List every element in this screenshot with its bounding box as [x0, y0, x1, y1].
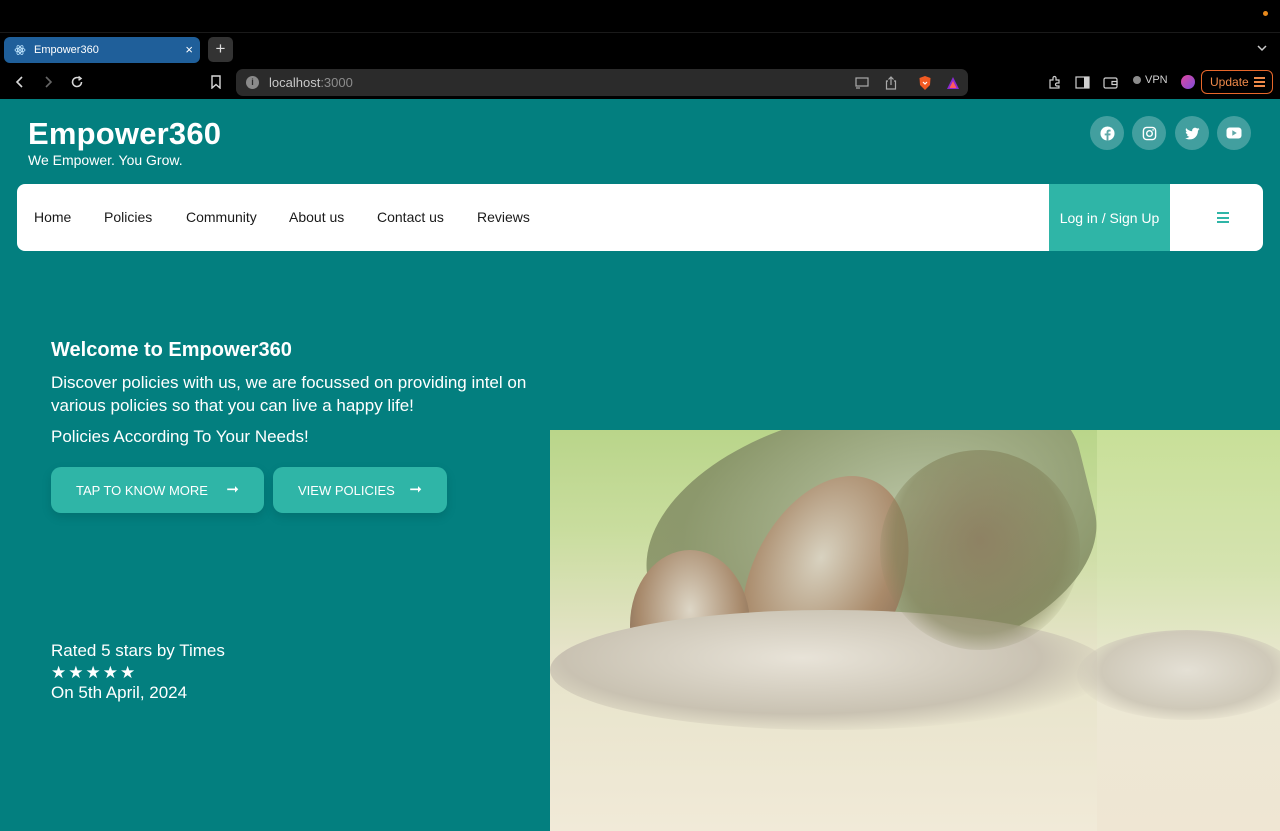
window-titlebar	[0, 0, 1280, 32]
tab-strip: Empower360 × +	[0, 32, 1280, 66]
nav-contact-us[interactable]: Contact us	[377, 209, 444, 225]
hero-image-coin-jar	[550, 430, 1280, 831]
coin-pile-shape	[1077, 630, 1280, 720]
browser-toolbar: i localhost:3000 VPN Update	[0, 66, 1280, 99]
wallet-icon[interactable]	[1101, 73, 1119, 91]
instagram-icon[interactable]	[1132, 116, 1166, 150]
youtube-icon[interactable]	[1217, 116, 1251, 150]
nav-policies[interactable]: Policies	[104, 209, 152, 225]
view-policies-label: VIEW POLICIES	[298, 482, 395, 498]
vpn-label: VPN	[1145, 74, 1168, 86]
chevron-down-icon[interactable]	[1256, 42, 1268, 57]
url-text: localhost:3000	[269, 75, 353, 90]
react-icon	[14, 44, 26, 56]
star-rating-icons: ★★★★★	[51, 663, 138, 682]
nav-community[interactable]: Community	[186, 209, 257, 225]
rating-label: Rated 5 stars by Times	[51, 641, 225, 660]
vpn-button[interactable]: VPN	[1133, 74, 1168, 86]
update-label: Update	[1210, 75, 1249, 89]
hero-image-panel	[1077, 430, 1280, 831]
brand-tagline: We Empower. You Grow.	[28, 152, 183, 168]
hero-description: Discover policies with us, we are focuss…	[51, 373, 527, 415]
new-tab-button[interactable]: +	[208, 37, 233, 62]
share-icon[interactable]	[883, 75, 899, 91]
arrow-right-icon: ➞	[226, 481, 239, 498]
view-policies-button[interactable]: VIEW POLICIES ➞	[273, 467, 447, 513]
cast-icon[interactable]	[854, 75, 870, 91]
main-navbar: Home Policies Community About us Contact…	[17, 184, 1263, 251]
back-icon[interactable]	[10, 72, 30, 92]
arrow-right-icon: ➞	[409, 481, 422, 498]
brave-rewards-icon[interactable]	[945, 75, 961, 91]
extensions-icon[interactable]	[1045, 73, 1063, 91]
vpn-status-icon	[1133, 76, 1141, 84]
brave-shield-icon[interactable]	[917, 75, 933, 91]
nav-reviews[interactable]: Reviews	[477, 209, 530, 225]
page-content: Empower360 We Empower. You Grow. Home Po…	[0, 99, 1280, 831]
tab-title: Empower360	[34, 44, 99, 56]
hero-title: Welcome to Empower360	[51, 339, 292, 361]
twitter-icon[interactable]	[1175, 116, 1209, 150]
coin-stack-shape	[880, 450, 1080, 650]
profile-avatar[interactable]	[1181, 75, 1195, 89]
brand-logo-text[interactable]: Empower360	[28, 116, 221, 152]
tap-to-know-more-button[interactable]: TAP TO KNOW MORE ➞	[51, 467, 264, 513]
menu-icon	[1254, 77, 1265, 89]
recording-indicator-icon	[1263, 11, 1268, 16]
hamburger-menu-icon[interactable]	[1217, 212, 1229, 226]
tab-empower360[interactable]: Empower360 ×	[4, 37, 200, 63]
bookmark-icon[interactable]	[206, 72, 226, 92]
rating-date: On 5th April, 2024	[51, 683, 188, 702]
login-signup-button[interactable]: Log in / Sign Up	[1049, 184, 1170, 251]
update-button[interactable]: Update	[1201, 70, 1273, 94]
hero-subtitle: Policies According To Your Needs!	[51, 427, 309, 446]
nav-about-us[interactable]: About us	[289, 209, 344, 225]
facebook-icon[interactable]	[1090, 116, 1124, 150]
address-bar[interactable]: i localhost:3000	[236, 69, 968, 96]
close-tab-icon[interactable]: ×	[185, 42, 193, 58]
site-info-icon[interactable]: i	[246, 76, 259, 89]
tap-to-know-more-label: TAP TO KNOW MORE	[76, 482, 208, 498]
sidebar-icon[interactable]	[1073, 73, 1091, 91]
forward-icon[interactable]	[38, 72, 58, 92]
nav-home[interactable]: Home	[34, 209, 71, 225]
reload-icon[interactable]	[67, 72, 87, 92]
